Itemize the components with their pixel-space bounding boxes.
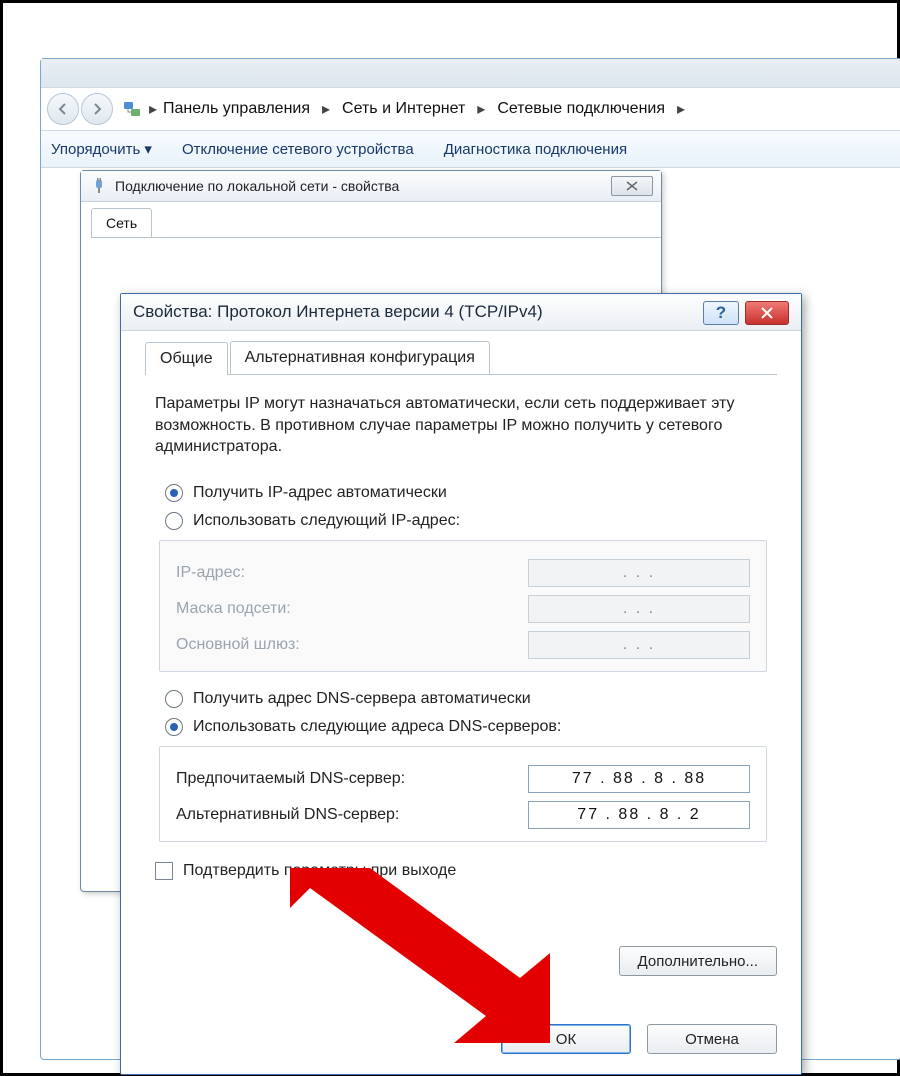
connection-properties-title: Подключение по локальной сети - свойства <box>115 178 399 194</box>
ip-address-label: IP-адрес: <box>176 564 245 582</box>
preferred-dns-label: Предпочитаемый DNS-сервер: <box>176 770 405 788</box>
validate-on-exit-checkbox[interactable]: Подтвердить параметры при выходе <box>155 862 767 880</box>
command-diagnose[interactable]: Диагностика подключения <box>444 141 627 158</box>
command-disable-device[interactable]: Отключение сетевого устройства <box>182 141 414 158</box>
default-gateway-label: Основной шлюз: <box>176 636 300 654</box>
breadcrumb-item[interactable]: Сетевые подключения <box>497 100 665 118</box>
breadcrumb-item[interactable]: Панель управления <box>163 100 310 118</box>
close-button[interactable] <box>611 176 653 196</box>
cancel-button[interactable]: Отмена <box>647 1024 777 1054</box>
nav-forward-button[interactable] <box>81 93 113 125</box>
radio-icon <box>165 512 183 530</box>
radio-label: Использовать следующие адреса DNS-сервер… <box>193 718 561 736</box>
checkbox-label: Подтвердить параметры при выходе <box>183 862 456 880</box>
close-button[interactable] <box>745 301 789 325</box>
ip-address-input: . . . <box>528 559 750 587</box>
help-button[interactable]: ? <box>703 301 739 325</box>
dns-fields-group: Предпочитаемый DNS-сервер: 77 . 88 . 8 .… <box>159 746 767 842</box>
radio-label: Использовать следующий IP-адрес: <box>193 512 460 530</box>
breadcrumb-item[interactable]: Сеть и Интернет <box>342 100 465 118</box>
ipv4-titlebar: Свойства: Протокол Интернета версии 4 (T… <box>121 294 801 331</box>
ip-fields-group: IP-адрес: . . . Маска подсети: . . . Осн… <box>159 540 767 672</box>
ipv4-properties-dialog: Свойства: Протокол Интернета версии 4 (T… <box>120 293 802 1075</box>
radio-obtain-ip-auto[interactable]: Получить IP-адрес автоматически <box>165 484 767 502</box>
tab-network[interactable]: Сеть <box>91 208 152 237</box>
preferred-dns-input[interactable]: 77 . 88 . 8 . 88 <box>528 765 750 793</box>
network-icon <box>121 98 143 120</box>
radio-obtain-dns-auto[interactable]: Получить адрес DNS-сервера автоматически <box>165 690 767 708</box>
alternate-dns-label: Альтернативный DNS-сервер: <box>176 806 399 824</box>
tab-general[interactable]: Общие <box>145 342 228 375</box>
advanced-button[interactable]: Дополнительно... <box>619 946 777 976</box>
command-organize[interactable]: Упорядочить ▾ <box>51 140 152 158</box>
radio-use-ip-manual[interactable]: Использовать следующий IP-адрес: <box>165 512 767 530</box>
alternate-dns-input[interactable]: 77 . 88 . 8 . 2 <box>528 801 750 829</box>
radio-icon <box>165 718 183 736</box>
radio-label: Получить адрес DNS-сервера автоматически <box>193 690 531 708</box>
default-gateway-input: . . . <box>528 631 750 659</box>
tab-alternate-config[interactable]: Альтернативная конфигурация <box>230 341 490 374</box>
help-text: Параметры IP могут назначаться автоматич… <box>155 393 767 458</box>
radio-label: Получить IP-адрес автоматически <box>193 484 447 502</box>
ok-button[interactable]: ОК <box>501 1024 631 1054</box>
plug-icon <box>91 178 107 194</box>
explorer-nav: ▸ Панель управления▸ Сеть и Интернет▸ Се… <box>41 88 900 131</box>
radio-icon <box>165 690 183 708</box>
ipv4-title-text: Свойства: Протокол Интернета версии 4 (T… <box>133 302 543 322</box>
radio-icon <box>165 484 183 502</box>
checkbox-icon <box>155 862 173 880</box>
breadcrumb[interactable]: Панель управления▸ Сеть и Интернет▸ Сете… <box>163 99 691 119</box>
subnet-mask-label: Маска подсети: <box>176 600 291 618</box>
nav-back-button[interactable] <box>47 93 79 125</box>
radio-use-dns-manual[interactable]: Использовать следующие адреса DNS-сервер… <box>165 718 767 736</box>
connection-properties-titlebar: Подключение по локальной сети - свойства <box>81 171 661 202</box>
command-bar: Упорядочить ▾ Отключение сетевого устрой… <box>41 131 900 168</box>
subnet-mask-input: . . . <box>528 595 750 623</box>
